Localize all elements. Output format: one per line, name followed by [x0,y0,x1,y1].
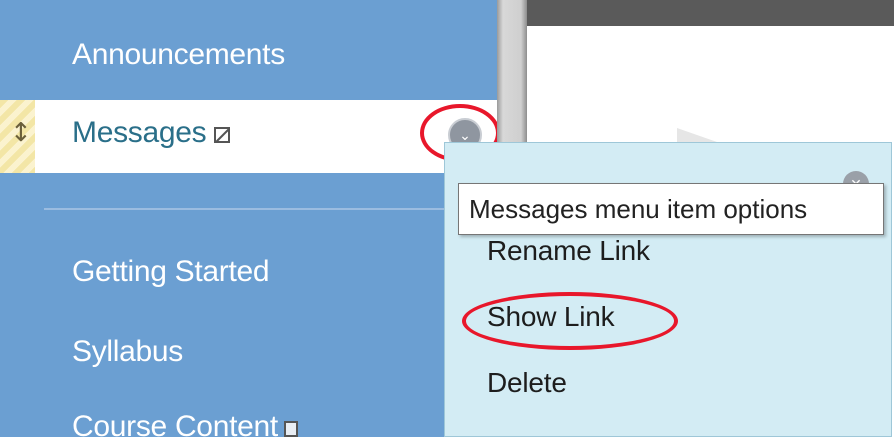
tooltip-text: Messages menu item options [469,194,808,224]
sidebar-item-label: Getting Started [72,255,270,288]
sidebar-item-messages[interactable]: ↕ Messages [0,100,497,173]
sidebar-item-label: Announcements [72,38,285,71]
show-link-label: Show Link [487,301,615,332]
updown-arrow-icon: ↕ [10,118,32,148]
hidden-item-icon [214,127,231,143]
sidebar-item-announcements[interactable]: Announcements [72,38,285,72]
content-topbar [527,0,894,26]
sidebar-item-label: Course Content [72,410,278,443]
sidebar-item-label[interactable]: Messages [72,116,231,150]
delete-option[interactable]: Delete [487,367,567,399]
tooltip: Messages menu item options [458,183,884,235]
sidebar-item-label: Syllabus [72,335,183,368]
drag-handle-icon[interactable]: ↕ [0,100,35,173]
course-menu-sidebar: Announcements ↕ Messages Getting Started… [0,0,497,443]
content-folder-icon [283,421,298,437]
sidebar-item-syllabus[interactable]: Syllabus [72,335,183,369]
messages-label: Messages [72,116,207,149]
sidebar-item-course-content[interactable]: Course Content [72,410,298,444]
show-link-option[interactable]: Show Link [487,301,615,333]
menu-divider [44,208,497,210]
rename-link-label: Rename Link [487,235,650,266]
rename-link-option[interactable]: Rename Link [487,235,650,267]
sidebar-item-getting-started[interactable]: Getting Started [72,255,270,289]
delete-label: Delete [487,367,567,398]
